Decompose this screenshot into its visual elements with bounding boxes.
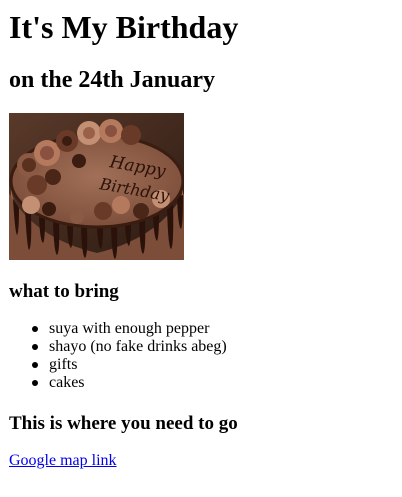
page-title: It's My Birthday <box>9 9 239 45</box>
bullet-icon <box>32 380 38 386</box>
list-item: suya with enough pepper <box>32 320 227 338</box>
list-item: gifts <box>32 356 227 374</box>
birthday-cake-image: Happy Birthday <box>9 113 184 260</box>
list-item: shayo (no fake drinks abeg) <box>32 338 227 356</box>
google-map-link[interactable]: Google map link <box>9 452 117 470</box>
location-heading: This is where you need to go <box>9 413 238 434</box>
bullet-icon <box>32 326 38 332</box>
date-subtitle: on the 24th January <box>9 67 216 93</box>
bring-heading: what to bring <box>9 281 119 302</box>
list-item-text: cakes <box>49 374 85 391</box>
bullet-icon <box>32 362 38 368</box>
list-item-text: suya with enough pepper <box>49 320 210 337</box>
bullet-icon <box>32 344 38 350</box>
list-item-text: shayo (no fake drinks abeg) <box>49 338 227 355</box>
cake-illustration: Happy Birthday <box>9 113 184 260</box>
bring-list: suya with enough pepper shayo (no fake d… <box>9 320 227 392</box>
list-item-text: gifts <box>49 356 78 373</box>
list-item: cakes <box>32 374 227 392</box>
